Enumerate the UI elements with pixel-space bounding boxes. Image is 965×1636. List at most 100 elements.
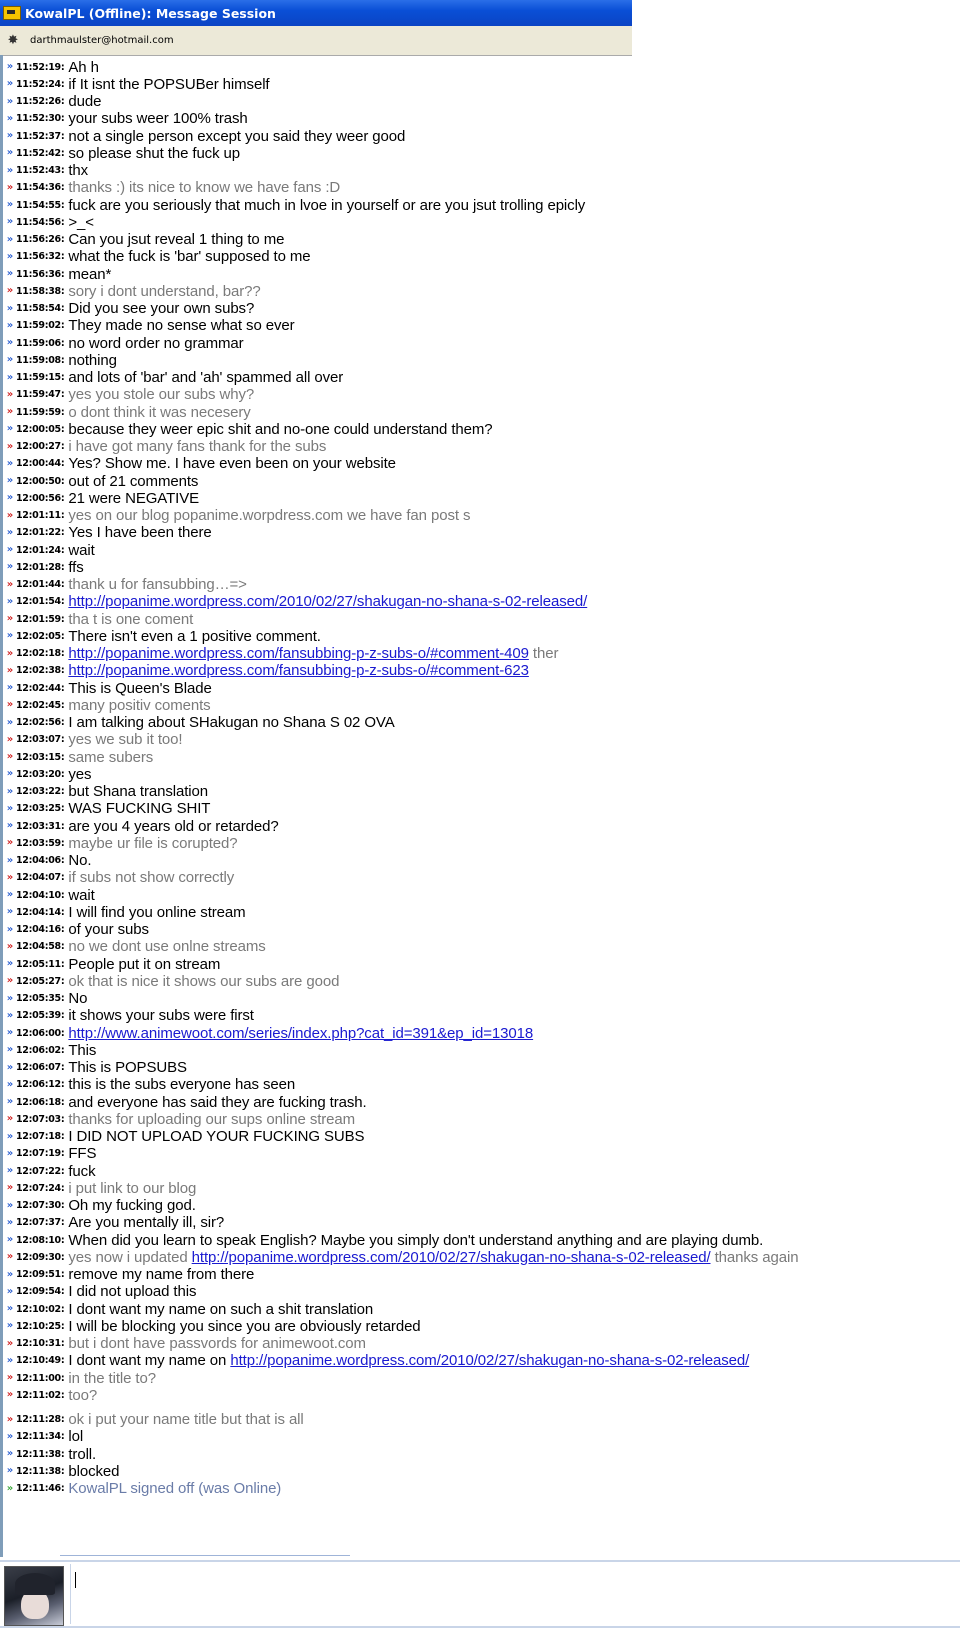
- message-body: Yes? Show me. I have even been on your w…: [68, 455, 396, 473]
- message-row: » 11:59:08: nothing: [3, 351, 117, 369]
- message-input[interactable]: [70, 1564, 956, 1624]
- message-row: » 11:52:30: your subs weer 100% trash: [3, 110, 248, 128]
- incoming-arrow-icon: »: [6, 1320, 14, 1332]
- text-caret: [75, 1572, 76, 1588]
- log-divider: [60, 1555, 350, 1556]
- message-link[interactable]: http://popanime.wordpress.com/2010/02/27…: [230, 1352, 749, 1369]
- message-timestamp: 12:09:51: [16, 1269, 61, 1280]
- message-text: FFS: [68, 1145, 96, 1162]
- message-row: » 12:11:28: ok i put your name title but t…: [3, 1411, 304, 1429]
- timestamp-separator: :: [60, 61, 65, 73]
- incoming-arrow-icon: »: [6, 216, 14, 228]
- message-row: » 12:10:49: I dont want my name on http://…: [3, 1352, 750, 1370]
- incoming-arrow-icon: »: [6, 95, 14, 107]
- timestamp-separator: :: [60, 1027, 65, 1039]
- message-body: 21 were NEGATIVE: [68, 489, 200, 507]
- message-timestamp: 12:00:44: [16, 458, 61, 470]
- incoming-arrow-icon: »: [6, 820, 14, 831]
- message-timestamp: 12:02:05: [16, 630, 61, 642]
- message-text: I did not upload this: [68, 1283, 196, 1300]
- timestamp-separator: :: [60, 147, 65, 159]
- user-avatar[interactable]: [4, 1566, 64, 1626]
- outgoing-arrow-icon: »: [6, 837, 14, 849]
- timestamp-separator: :: [60, 1165, 65, 1177]
- timestamp-separator: :: [60, 751, 65, 763]
- message-text: remove my name from there: [68, 1266, 254, 1283]
- message-body: and everyone has said they are fucking t…: [68, 1093, 367, 1111]
- timestamp-separator: :: [60, 734, 65, 746]
- timestamp-separator: :: [60, 1372, 65, 1384]
- message-body: I am talking about SHakugan no Shana S 0…: [68, 714, 395, 731]
- message-body: many positiv coments: [68, 696, 211, 714]
- message-text: Ah h: [68, 59, 99, 76]
- incoming-arrow-icon: »: [6, 1061, 14, 1073]
- message-timestamp: 12:03:59: [16, 837, 61, 849]
- message-body: >_<: [68, 213, 94, 231]
- message-text: are you 4 years old or retarded?: [68, 818, 278, 835]
- incoming-arrow-icon: »: [6, 164, 14, 176]
- message-body: wait: [68, 886, 95, 904]
- message-timestamp: 12:11:46: [16, 1483, 61, 1494]
- message-row: » 12:06:12: this is the subs everyone has …: [3, 1076, 295, 1094]
- message-row: » 12:03:15: same subers: [3, 748, 153, 766]
- message-text: tha t is one coment: [68, 611, 193, 628]
- message-row: » 12:06:02: This: [3, 1041, 97, 1059]
- message-text: yes on our blog popanime.worpdress.com w…: [68, 507, 470, 524]
- message-row: » 12:01:24: wait: [3, 541, 95, 559]
- message-row: » 12:08:10: When did you learn to speak En…: [3, 1231, 764, 1249]
- timestamp-separator: :: [60, 1182, 65, 1194]
- outgoing-arrow-icon: »: [6, 285, 14, 297]
- message-timestamp: 12:00:56: [16, 492, 61, 504]
- message-text: When did you learn to speak English? May…: [68, 1232, 763, 1249]
- message-link[interactable]: http://popanime.wordpress.com/2010/02/27…: [192, 1249, 711, 1266]
- timestamp-separator: :: [60, 1465, 65, 1477]
- outgoing-arrow-icon: »: [6, 181, 14, 193]
- message-body: yes on our blog popanime.worpdress.com w…: [68, 507, 471, 524]
- message-text: I DID NOT UPLOAD YOUR FUCKING SUBS: [68, 1128, 364, 1145]
- message-link[interactable]: http://popanime.wordpress.com/fansubbing…: [68, 662, 529, 679]
- incoming-arrow-icon: »: [6, 199, 14, 210]
- outgoing-arrow-icon: »: [6, 699, 14, 711]
- timestamp-separator: :: [60, 1148, 65, 1160]
- timestamp-separator: :: [60, 216, 65, 228]
- message-row: » 12:04:06: No.: [3, 852, 92, 870]
- message-text: out of 21 comments: [68, 473, 198, 490]
- incoming-arrow-icon: »: [6, 1044, 14, 1056]
- incoming-arrow-icon: »: [6, 544, 14, 555]
- timestamp-separator: :: [60, 389, 65, 401]
- message-text: thx: [68, 162, 88, 179]
- message-body: if subs not show correctly: [68, 869, 235, 887]
- timestamp-separator: :: [60, 613, 65, 625]
- incoming-arrow-icon: »: [6, 268, 14, 279]
- message-text: I dont want my name on http://popanime.w…: [68, 1352, 749, 1369]
- incoming-arrow-icon: »: [6, 61, 14, 72]
- message-timestamp: 11:59:15: [16, 372, 61, 383]
- message-timestamp: 12:02:56: [16, 717, 61, 728]
- timestamp-separator: :: [60, 1251, 65, 1263]
- timestamp-separator: :: [60, 1217, 65, 1229]
- message-timestamp: 12:10:02: [16, 1303, 61, 1315]
- message-text: not a single person except you said they…: [68, 128, 405, 145]
- message-body: Did you see your own subs?: [68, 300, 255, 317]
- message-timestamp: 12:10:25: [16, 1320, 61, 1332]
- timestamp-separator: :: [60, 354, 65, 366]
- incoming-arrow-icon: »: [6, 526, 14, 538]
- message-log[interactable]: » 11:52:19: Ah h» 11:52:24: if It isnt the P…: [0, 55, 960, 1557]
- message-body: it shows your subs were first: [68, 1007, 254, 1025]
- butterfly-icon: ✸: [7, 32, 19, 48]
- timestamp-separator: :: [60, 993, 65, 1004]
- message-text: troll.: [68, 1446, 96, 1463]
- message-timestamp: 12:05:35: [16, 993, 61, 1004]
- message-body: what the fuck is 'bar' supposed to me: [68, 248, 311, 266]
- message-link[interactable]: http://popanime.wordpress.com/fansubbing…: [68, 645, 529, 662]
- message-text: if It isnt the POPSUBer himself: [68, 76, 269, 93]
- message-link[interactable]: http://www.animewoot.com/series/index.ph…: [68, 1025, 533, 1042]
- message-body: too?: [68, 1386, 98, 1404]
- message-text: mean*: [68, 266, 111, 283]
- message-row: » 12:01:44: thank u for fansubbing…=>: [3, 576, 247, 594]
- incoming-arrow-icon: »: [6, 1027, 14, 1038]
- timestamp-separator: :: [60, 475, 65, 487]
- incoming-arrow-icon: »: [6, 371, 14, 383]
- message-row: » 12:01:54: http://popanime.wordpress.com/…: [3, 593, 588, 611]
- message-link[interactable]: http://popanime.wordpress.com/2010/02/27…: [68, 593, 587, 610]
